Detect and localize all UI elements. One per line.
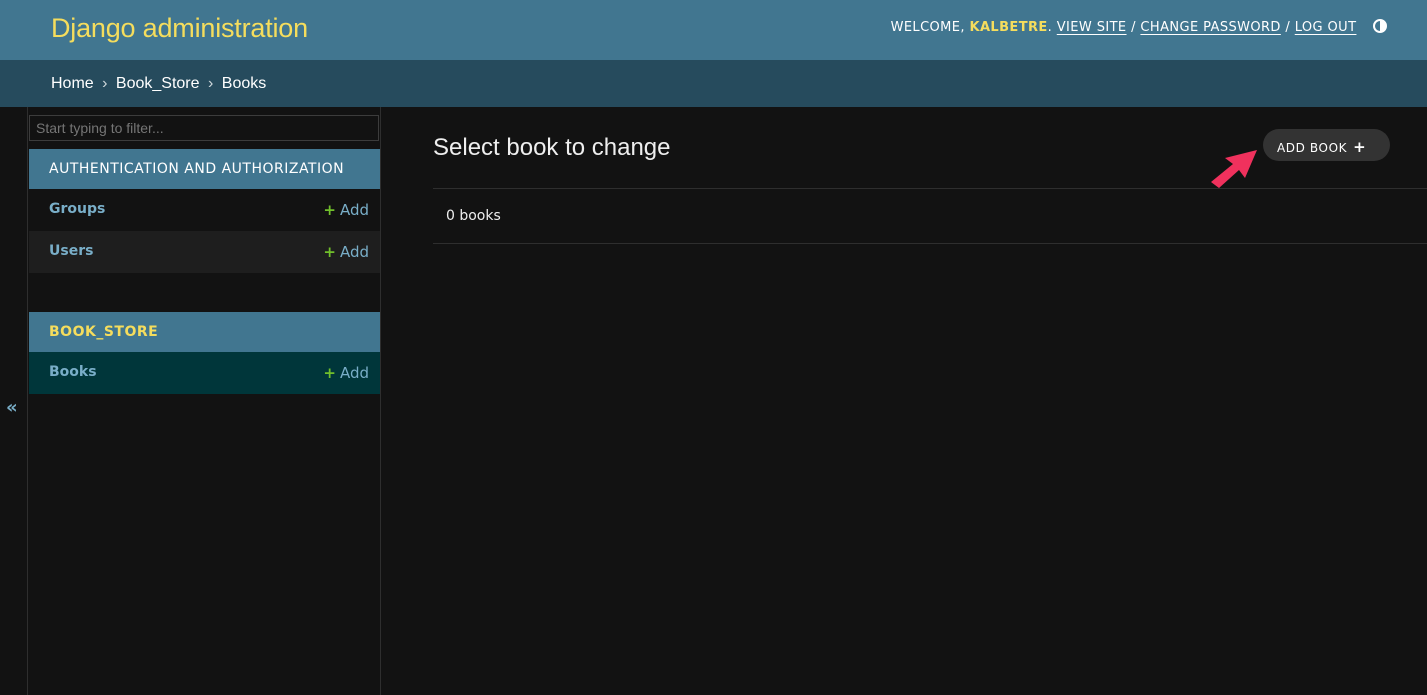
plus-icon: + xyxy=(323,243,336,261)
sidebar-item-label[interactable]: Users xyxy=(49,243,93,259)
sidebar-item-groups[interactable]: Groups + Add xyxy=(29,189,380,231)
module-caption-book-store[interactable]: BOOK_STORE xyxy=(29,312,380,352)
view-site-link[interactable]: VIEW SITE xyxy=(1057,20,1127,35)
username: KALBETRE xyxy=(969,20,1048,35)
result-count: 0 books xyxy=(446,208,501,224)
site-header: Django administration WELCOME, KALBETRE.… xyxy=(0,0,1427,60)
breadcrumb-home[interactable]: Home xyxy=(51,75,94,92)
add-users-link[interactable]: + Add xyxy=(323,243,369,261)
divider xyxy=(433,243,1427,244)
nav-sidebar: AUTHENTICATION AND AUTHORIZATION Groups … xyxy=(28,107,381,695)
user-tools: WELCOME, KALBETRE. VIEW SITE / CHANGE PA… xyxy=(891,19,1387,35)
page-title: Select book to change xyxy=(433,134,671,161)
annotation-arrow-shape xyxy=(1211,150,1257,188)
collapse-sidebar-icon[interactable]: « xyxy=(6,397,18,418)
add-books-link[interactable]: + Add xyxy=(323,364,369,382)
sidebar-item-users[interactable]: Users + Add xyxy=(29,231,380,273)
annotation-arrow-icon xyxy=(1211,150,1257,188)
nav-toggle-rail: « xyxy=(0,107,28,695)
add-book-button[interactable]: ADD BOOK + xyxy=(1263,129,1390,161)
sidebar-item-label[interactable]: Books xyxy=(49,364,97,380)
plus-icon: + xyxy=(1353,138,1367,156)
change-password-link[interactable]: CHANGE PASSWORD xyxy=(1140,20,1280,35)
sidebar-filter-input[interactable] xyxy=(29,115,379,141)
theme-toggle-icon[interactable] xyxy=(1373,19,1387,33)
add-groups-link[interactable]: + Add xyxy=(323,201,369,219)
breadcrumb-app[interactable]: Book_Store xyxy=(116,75,200,92)
divider xyxy=(433,188,1427,189)
site-branding[interactable]: Django administration xyxy=(51,13,308,44)
main-content: Select book to change ADD BOOK + 0 books xyxy=(381,107,1427,695)
welcome-text: WELCOME, xyxy=(890,20,965,35)
breadcrumb-current: Books xyxy=(221,75,267,92)
sidebar-item-label[interactable]: Groups xyxy=(49,201,105,217)
module-caption-auth[interactable]: AUTHENTICATION AND AUTHORIZATION xyxy=(29,149,380,189)
plus-icon: + xyxy=(323,364,336,382)
log-out-link[interactable]: LOG OUT xyxy=(1295,20,1357,35)
plus-icon: + xyxy=(323,201,336,219)
sidebar-item-books[interactable]: Books + Add xyxy=(29,352,380,394)
breadcrumb: Home › Book_Store › Books xyxy=(0,60,1427,107)
